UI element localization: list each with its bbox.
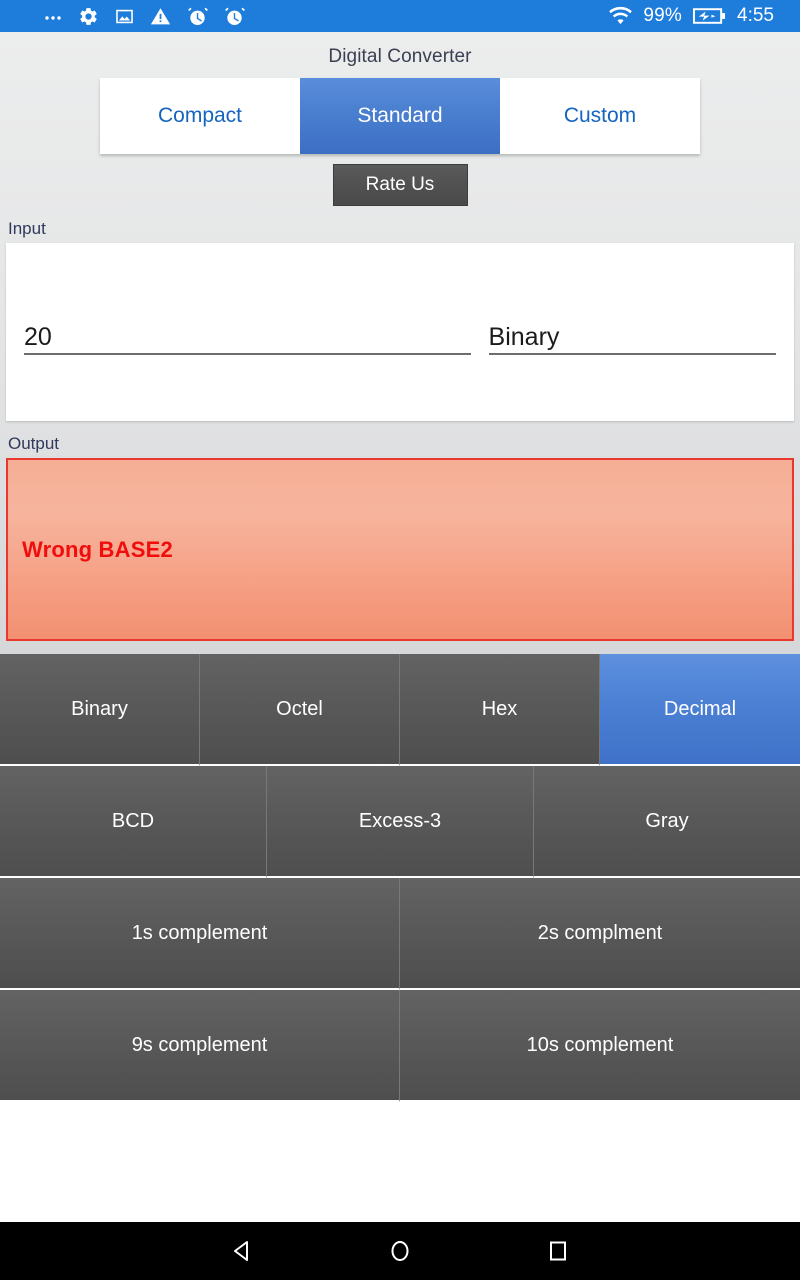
convert-1s-complement-button[interactable]: 1s complement — [0, 878, 400, 990]
phone-screen: 99% 4:55 Digital Converter Compact Stand… — [0, 0, 800, 1280]
output-section-label: Output — [8, 434, 60, 453]
input-base-field[interactable]: Binary — [488, 309, 777, 355]
tab-compact[interactable]: Compact — [100, 78, 300, 154]
convert-decimal-button[interactable]: Decimal — [600, 654, 800, 766]
status-bar-left-icons — [14, 6, 245, 27]
input-value-text[interactable]: 20 — [24, 325, 471, 355]
input-section-label: Input — [8, 219, 46, 238]
image-icon — [115, 7, 134, 26]
tab-standard[interactable]: Standard — [300, 78, 500, 154]
conversion-row-3: 1s complement 2s complment — [0, 878, 800, 990]
recents-icon[interactable] — [543, 1236, 573, 1266]
status-bar-clock: 4:55 — [737, 5, 774, 26]
page-title: Digital Converter — [328, 46, 472, 67]
warning-icon — [150, 6, 171, 27]
settings-gear-icon — [78, 6, 99, 27]
input-value-field[interactable]: 20 — [24, 309, 471, 355]
convert-hex-button[interactable]: Hex — [400, 654, 600, 766]
home-icon[interactable] — [385, 1236, 415, 1266]
alarm-icon-2 — [224, 6, 245, 27]
convert-10s-complement-button[interactable]: 10s complement — [400, 990, 800, 1102]
convert-excess3-button[interactable]: Excess-3 — [267, 766, 534, 878]
alarm-icon-1 — [187, 6, 208, 27]
input-card: 20 Binary — [6, 243, 794, 421]
status-bar-right-icons: 99% 4:55 — [609, 5, 786, 27]
convert-binary-button[interactable]: Binary — [0, 654, 200, 766]
battery-charging-icon — [693, 7, 726, 25]
app-content: Digital Converter Compact Standard Custo… — [0, 32, 800, 1222]
conversion-row-1: Binary Octel Hex Decimal — [0, 654, 800, 766]
rate-us-button[interactable]: Rate Us — [332, 164, 468, 206]
conversion-button-grid: Binary Octel Hex Decimal BCD Excess-3 Gr… — [0, 654, 800, 1102]
output-error-message: Wrong BASE2 — [22, 536, 173, 562]
conversion-row-2: BCD Excess-3 Gray — [0, 766, 800, 878]
back-icon[interactable] — [227, 1236, 257, 1266]
rate-us-row: Rate Us — [0, 154, 800, 206]
input-base-text[interactable]: Binary — [489, 325, 776, 355]
android-navigation-bar — [0, 1222, 800, 1280]
battery-percent-label: 99% — [643, 5, 683, 26]
empty-area — [0, 1102, 800, 1222]
convert-bcd-button[interactable]: BCD — [0, 766, 267, 878]
tab-custom[interactable]: Custom — [500, 78, 700, 154]
output-error-card: Wrong BASE2 — [6, 458, 794, 641]
conversion-row-4: 9s complement 10s complement — [0, 990, 800, 1102]
more-icon — [44, 7, 62, 25]
mode-tab-bar: Compact Standard Custom — [100, 78, 700, 154]
status-bar: 99% 4:55 — [0, 0, 800, 32]
wifi-icon — [609, 6, 633, 26]
convert-9s-complement-button[interactable]: 9s complement — [0, 990, 400, 1102]
convert-octal-button[interactable]: Octel — [200, 654, 400, 766]
convert-2s-complement-button[interactable]: 2s complment — [400, 878, 800, 990]
convert-gray-button[interactable]: Gray — [534, 766, 800, 878]
